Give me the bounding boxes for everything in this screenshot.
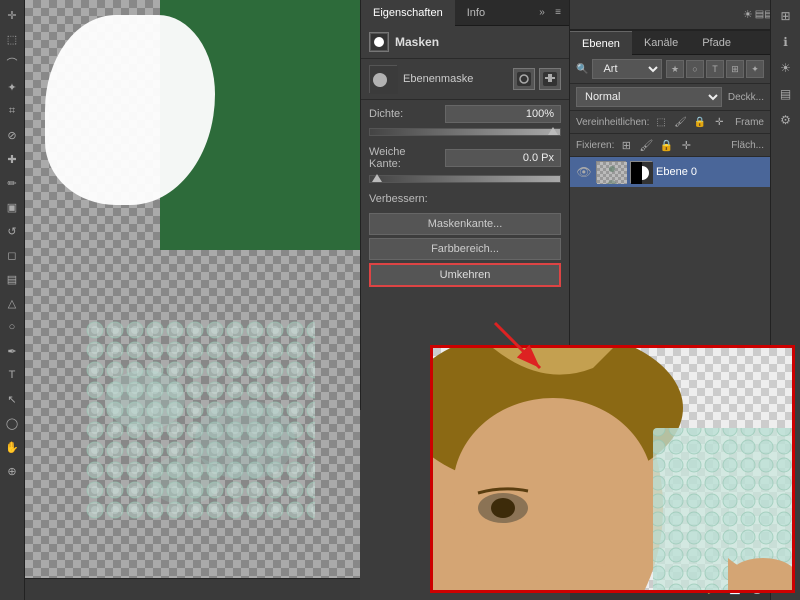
panel-menu-icon[interactable]: ≡: [551, 6, 565, 20]
tab-pfade[interactable]: Pfade: [690, 31, 743, 55]
layer-mask-thumbnail: [630, 161, 652, 183]
app-container: ✛ ⬚ ⌒ ✦ ⌗ ⊘ ✚ ✏ ▣ ↺ ◻ ▤ △ ○ ✒ T ↖ ◯ ✋ ⊕: [0, 0, 800, 600]
eraser-icon[interactable]: ◻: [1, 244, 23, 266]
filter-icon-5[interactable]: ✦: [746, 60, 764, 78]
dichte-row: Dichte: 100%: [361, 100, 569, 128]
dichte-slider-row: [361, 128, 569, 141]
right-tool-1[interactable]: ⊞: [774, 4, 798, 28]
eyedrop-icon[interactable]: ⊘: [1, 124, 23, 146]
weiche-kante-label: Weiche Kante:: [369, 146, 439, 170]
flaechen-label: Fläch...: [731, 140, 764, 151]
select-tool-icon[interactable]: ⬚: [1, 28, 23, 50]
vrow-icon-2[interactable]: 🖌: [673, 114, 688, 130]
layer-mask-buttons: [513, 68, 561, 90]
heal-icon[interactable]: ✚: [1, 148, 23, 170]
tab-ebenen[interactable]: Ebenen: [570, 31, 632, 55]
vereinheitlichen-row: Vereinheitlichen: ⬚ 🖌 🔒 ✛ Frame: [570, 111, 770, 134]
canvas-area: [25, 0, 360, 600]
canvas-status-bar: [25, 578, 360, 600]
sun-icon[interactable]: ☀: [743, 8, 753, 21]
vrow-icon-3[interactable]: 🔒: [692, 114, 707, 130]
umkehren-button[interactable]: Umkehren: [369, 263, 561, 287]
opacity-label: Deckk...: [728, 92, 764, 103]
layers-filter-icons: ★ ○ T ⊞ ✦: [666, 60, 764, 78]
tab-eigenschaften[interactable]: Eigenschaften: [361, 0, 455, 26]
panel-arrow-icon[interactable]: »: [535, 6, 549, 20]
masken-header: Masken: [361, 26, 569, 59]
fix-icon-1[interactable]: ⊞: [618, 137, 634, 153]
preview-image: [433, 348, 792, 590]
panel-tabs: Eigenschaften Info » ≡: [361, 0, 569, 26]
filter-icon-3[interactable]: T: [706, 60, 724, 78]
path-select-icon[interactable]: ↖: [1, 388, 23, 410]
layer-row[interactable]: 👁: [570, 157, 770, 187]
pen-icon[interactable]: ✒: [1, 340, 23, 362]
filter-icon-1[interactable]: ★: [666, 60, 684, 78]
masken-header-icon: [369, 32, 389, 52]
vereinheitlichen-label: Vereinheitlichen:: [576, 117, 649, 128]
crop-tool-icon[interactable]: ⌗: [1, 100, 23, 122]
layer-mask-label: Ebenenmaske: [403, 73, 507, 85]
right-tool-3[interactable]: ☀: [774, 56, 798, 80]
layer-type-select[interactable]: Art: [592, 59, 662, 79]
history-icon[interactable]: ↺: [1, 220, 23, 242]
mask-btn-1[interactable]: [513, 68, 535, 90]
left-toolbar: ✛ ⬚ ⌒ ✦ ⌗ ⊘ ✚ ✏ ▣ ↺ ◻ ▤ △ ○ ✒ T ↖ ◯ ✋ ⊕: [0, 0, 25, 600]
weiche-kante-value[interactable]: 0.0 Px: [445, 149, 561, 167]
layer-mask-row: Ebenenmaske: [361, 59, 569, 100]
verbessern-label: Verbessern:: [369, 193, 439, 205]
layer-thumbnail: [596, 161, 626, 183]
filter-icon-2[interactable]: ○: [686, 60, 704, 78]
type-icon[interactable]: T: [1, 364, 23, 386]
masken-title: Masken: [395, 35, 439, 49]
dichte-label: Dichte:: [369, 108, 439, 120]
bubble-wrap-area: [85, 320, 315, 520]
fix-icon-4[interactable]: ✛: [678, 137, 694, 153]
layer-visibility-icon[interactable]: 👁: [576, 164, 592, 180]
farbbereich-button[interactable]: Farbbereich...: [369, 238, 561, 260]
vrow-icon-4[interactable]: ✛: [712, 114, 727, 130]
gradient-icon[interactable]: ▤: [1, 268, 23, 290]
magic-wand-icon[interactable]: ✦: [1, 76, 23, 98]
maskenkante-button[interactable]: Maskenkante...: [369, 213, 561, 235]
tab-info[interactable]: Info: [455, 0, 497, 26]
lasso-tool-icon[interactable]: ⌒: [1, 52, 23, 74]
fix-icon-2[interactable]: 🖌: [638, 137, 654, 153]
zoom-icon[interactable]: ⊕: [1, 460, 23, 482]
layers-search-row: 🔍 Art ★ ○ T ⊞ ✦: [570, 55, 770, 84]
right-tool-5[interactable]: ⚙: [774, 108, 798, 132]
weiche-kante-slider[interactable]: [369, 175, 561, 183]
right-tool-4[interactable]: ▤: [774, 82, 798, 106]
dichte-value[interactable]: 100%: [445, 105, 561, 123]
stamp-icon[interactable]: ▣: [1, 196, 23, 218]
right-tool-2[interactable]: ℹ: [774, 30, 798, 54]
frame-label: Frame: [735, 117, 764, 128]
dodge-icon[interactable]: ○: [1, 316, 23, 338]
blur-icon[interactable]: △: [1, 292, 23, 314]
tab-kanaele[interactable]: Kanäle: [632, 31, 690, 55]
dichte-slider[interactable]: [369, 128, 561, 136]
shape-icon[interactable]: ◯: [1, 412, 23, 434]
filter-icon-4[interactable]: ⊞: [726, 60, 744, 78]
brush-icon[interactable]: ✏: [1, 172, 23, 194]
layer-thumb: [369, 65, 397, 93]
hand-icon[interactable]: ✋: [1, 436, 23, 458]
layers-tabs: Ebenen Kanäle Pfade: [570, 31, 770, 55]
weiche-kante-row: Weiche Kante: 0.0 Px: [361, 141, 569, 175]
layer-name: Ebene 0: [656, 166, 764, 178]
fixieren-row: Fixieren: ⊞ 🖌 🔒 ✛ Fläch...: [570, 134, 770, 157]
preview-popup: [430, 345, 795, 593]
fixieren-label: Fixieren:: [576, 140, 614, 151]
preview-face-svg: [433, 348, 795, 593]
fix-icon-3[interactable]: 🔒: [658, 137, 674, 153]
move-tool-icon[interactable]: ✛: [1, 4, 23, 26]
verbessern-row: Verbessern:: [361, 188, 569, 210]
panel-tab-icons: » ≡: [535, 6, 569, 20]
blend-mode-select[interactable]: Normal: [576, 87, 722, 107]
weiche-kante-slider-row: [361, 175, 569, 188]
blend-mode-row: Normal Deckk...: [570, 84, 770, 111]
vrow-icon-1[interactable]: ⬚: [653, 114, 668, 130]
mask-btn-2[interactable]: [539, 68, 561, 90]
search-icon: 🔍: [576, 64, 588, 75]
